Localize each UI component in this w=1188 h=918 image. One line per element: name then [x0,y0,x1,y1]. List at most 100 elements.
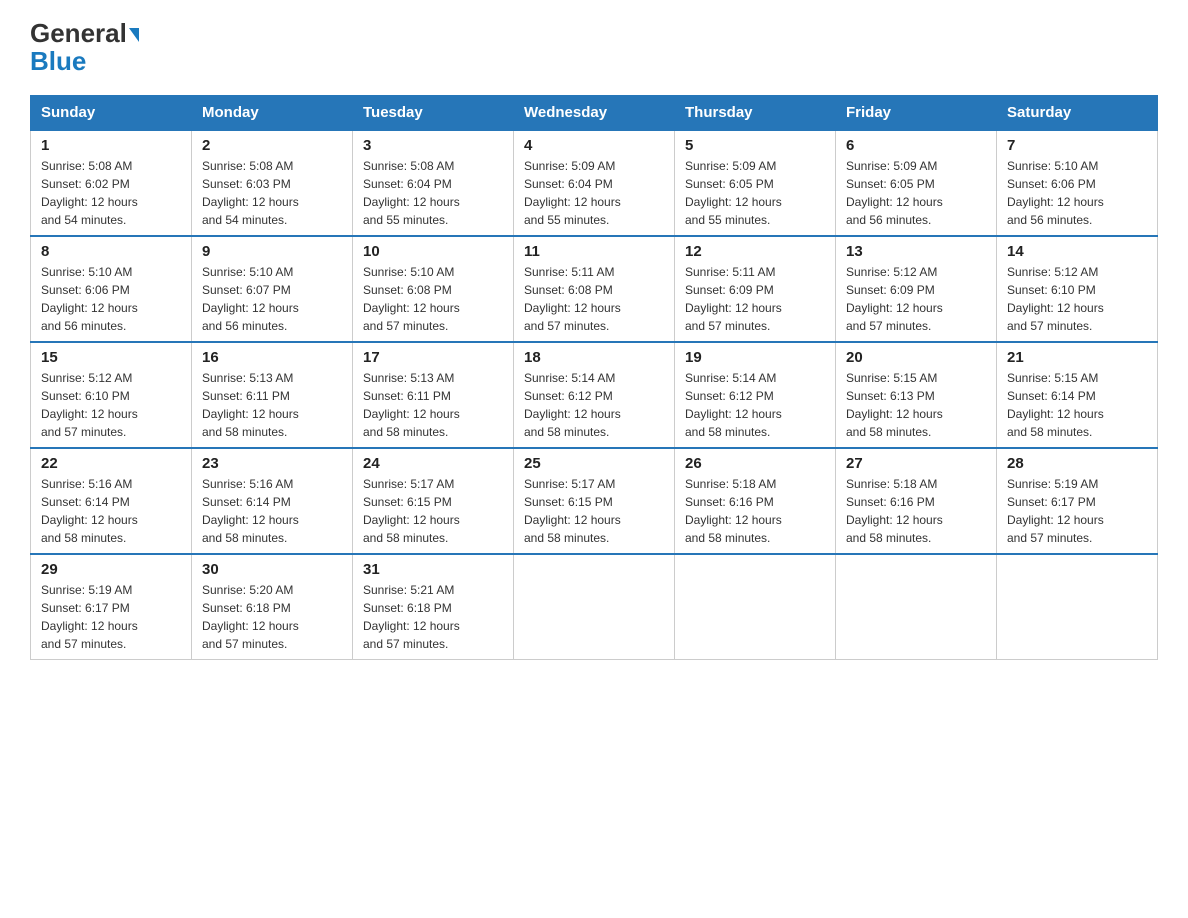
day-cell: 13 Sunrise: 5:12 AMSunset: 6:09 PMDayligh… [836,236,997,342]
week-row-4: 22 Sunrise: 5:16 AMSunset: 6:14 PMDayligh… [31,448,1158,554]
day-number: 12 [685,243,825,260]
day-info: Sunrise: 5:13 AMSunset: 6:11 PMDaylight:… [363,369,503,441]
day-cell: 25Sunrise: 5:17 AMSunset: 6:15 PMDayligh… [514,448,675,554]
day-info: Sunrise: 5:10 AMSunset: 6:06 PMDaylight:… [41,263,181,335]
day-cell: 14 Sunrise: 5:12 AMSunset: 6:10 PMDayligh… [997,236,1158,342]
day-cell [514,554,675,660]
day-cell: 28 Sunrise: 5:19 AMSunset: 6:17 PMDayligh… [997,448,1158,554]
calendar-table: SundayMondayTuesdayWednesdayThursdayFrid… [30,95,1158,660]
day-cell: 10Sunrise: 5:10 AMSunset: 6:08 PMDayligh… [353,236,514,342]
day-number: 6 [846,137,986,154]
day-number: 13 [846,243,986,260]
day-info: Sunrise: 5:12 AMSunset: 6:10 PMDaylight:… [41,369,181,441]
day-cell: 31 Sunrise: 5:21 AMSunset: 6:18 PMDayligh… [353,554,514,660]
day-cell: 5Sunrise: 5:09 AMSunset: 6:05 PMDaylight… [675,130,836,236]
day-number: 11 [524,243,664,260]
day-cell: 29Sunrise: 5:19 AMSunset: 6:17 PMDayligh… [31,554,192,660]
day-cell: 9 Sunrise: 5:10 AMSunset: 6:07 PMDaylight… [192,236,353,342]
header-cell-friday: Friday [836,96,997,131]
header-cell-wednesday: Wednesday [514,96,675,131]
header-cell-thursday: Thursday [675,96,836,131]
day-cell: 18 Sunrise: 5:14 AMSunset: 6:12 PMDayligh… [514,342,675,448]
day-number: 9 [202,243,342,260]
day-number: 31 [363,561,503,578]
header-cell-saturday: Saturday [997,96,1158,131]
day-info: Sunrise: 5:11 AMSunset: 6:08 PMDaylight:… [524,263,664,335]
logo-text: General [30,20,139,46]
day-number: 29 [41,561,181,578]
day-info: Sunrise: 5:17 AMSunset: 6:15 PMDaylight:… [524,475,664,547]
day-cell: 30 Sunrise: 5:20 AMSunset: 6:18 PMDayligh… [192,554,353,660]
day-info: Sunrise: 5:09 AMSunset: 6:05 PMDaylight:… [846,157,986,229]
calendar-header: SundayMondayTuesdayWednesdayThursdayFrid… [31,96,1158,131]
day-cell: 7Sunrise: 5:10 AMSunset: 6:06 PMDaylight… [997,130,1158,236]
day-cell: 19 Sunrise: 5:14 AMSunset: 6:12 PMDayligh… [675,342,836,448]
day-cell [675,554,836,660]
day-number: 28 [1007,455,1147,472]
day-number: 15 [41,349,181,366]
day-info: Sunrise: 5:09 AMSunset: 6:04 PMDaylight:… [524,157,664,229]
day-number: 8 [41,243,181,260]
header-cell-tuesday: Tuesday [353,96,514,131]
day-cell: 23 Sunrise: 5:16 AMSunset: 6:14 PMDayligh… [192,448,353,554]
day-info: Sunrise: 5:11 AMSunset: 6:09 PMDaylight:… [685,263,825,335]
day-cell: 26 Sunrise: 5:18 AMSunset: 6:16 PMDayligh… [675,448,836,554]
day-info: Sunrise: 5:16 AMSunset: 6:14 PMDaylight:… [202,475,342,547]
day-info: Sunrise: 5:21 AMSunset: 6:18 PMDaylight:… [363,581,503,653]
day-cell: 21 Sunrise: 5:15 AMSunset: 6:14 PMDayligh… [997,342,1158,448]
day-cell: 3 Sunrise: 5:08 AMSunset: 6:04 PMDaylight… [353,130,514,236]
day-info: Sunrise: 5:16 AMSunset: 6:14 PMDaylight:… [41,475,181,547]
day-info: Sunrise: 5:12 AMSunset: 6:10 PMDaylight:… [1007,263,1147,335]
day-cell: 15 Sunrise: 5:12 AMSunset: 6:10 PMDayligh… [31,342,192,448]
week-row-3: 15 Sunrise: 5:12 AMSunset: 6:10 PMDayligh… [31,342,1158,448]
day-number: 26 [685,455,825,472]
day-info: Sunrise: 5:13 AMSunset: 6:11 PMDaylight:… [202,369,342,441]
day-info: Sunrise: 5:15 AMSunset: 6:13 PMDaylight:… [846,369,986,441]
week-row-5: 29Sunrise: 5:19 AMSunset: 6:17 PMDayligh… [31,554,1158,660]
calendar-body: 1Sunrise: 5:08 AMSunset: 6:02 PMDaylight… [31,130,1158,660]
day-info: Sunrise: 5:17 AMSunset: 6:15 PMDaylight:… [363,475,503,547]
logo-triangle-icon [129,28,139,42]
header-cell-sunday: Sunday [31,96,192,131]
day-info: Sunrise: 5:15 AMSunset: 6:14 PMDaylight:… [1007,369,1147,441]
day-number: 21 [1007,349,1147,366]
header-cell-monday: Monday [192,96,353,131]
day-cell: 8 Sunrise: 5:10 AMSunset: 6:06 PMDaylight… [31,236,192,342]
day-cell: 4Sunrise: 5:09 AMSunset: 6:04 PMDaylight… [514,130,675,236]
day-cell: 17Sunrise: 5:13 AMSunset: 6:11 PMDayligh… [353,342,514,448]
week-row-2: 8 Sunrise: 5:10 AMSunset: 6:06 PMDaylight… [31,236,1158,342]
day-number: 7 [1007,137,1147,154]
day-info: Sunrise: 5:12 AMSunset: 6:09 PMDaylight:… [846,263,986,335]
day-info: Sunrise: 5:18 AMSunset: 6:16 PMDaylight:… [846,475,986,547]
day-cell: 1Sunrise: 5:08 AMSunset: 6:02 PMDaylight… [31,130,192,236]
day-number: 27 [846,455,986,472]
day-info: Sunrise: 5:10 AMSunset: 6:07 PMDaylight:… [202,263,342,335]
day-number: 22 [41,455,181,472]
day-number: 23 [202,455,342,472]
day-number: 20 [846,349,986,366]
day-number: 30 [202,561,342,578]
day-number: 16 [202,349,342,366]
day-info: Sunrise: 5:14 AMSunset: 6:12 PMDaylight:… [685,369,825,441]
day-cell: 6 Sunrise: 5:09 AMSunset: 6:05 PMDaylight… [836,130,997,236]
day-cell: 2Sunrise: 5:08 AMSunset: 6:03 PMDaylight… [192,130,353,236]
logo: General Blue [30,20,139,77]
day-cell: 16 Sunrise: 5:13 AMSunset: 6:11 PMDayligh… [192,342,353,448]
day-number: 14 [1007,243,1147,260]
day-info: Sunrise: 5:08 AMSunset: 6:02 PMDaylight:… [41,157,181,229]
day-cell: 22 Sunrise: 5:16 AMSunset: 6:14 PMDayligh… [31,448,192,554]
day-number: 10 [363,243,503,260]
day-info: Sunrise: 5:19 AMSunset: 6:17 PMDaylight:… [1007,475,1147,547]
day-cell: 24Sunrise: 5:17 AMSunset: 6:15 PMDayligh… [353,448,514,554]
day-cell: 11 Sunrise: 5:11 AMSunset: 6:08 PMDayligh… [514,236,675,342]
day-info: Sunrise: 5:08 AMSunset: 6:04 PMDaylight:… [363,157,503,229]
day-number: 19 [685,349,825,366]
day-number: 3 [363,137,503,154]
day-number: 5 [685,137,825,154]
day-number: 18 [524,349,664,366]
day-info: Sunrise: 5:18 AMSunset: 6:16 PMDaylight:… [685,475,825,547]
day-info: Sunrise: 5:14 AMSunset: 6:12 PMDaylight:… [524,369,664,441]
day-info: Sunrise: 5:20 AMSunset: 6:18 PMDaylight:… [202,581,342,653]
week-row-1: 1Sunrise: 5:08 AMSunset: 6:02 PMDaylight… [31,130,1158,236]
page-header: General Blue [30,20,1158,77]
